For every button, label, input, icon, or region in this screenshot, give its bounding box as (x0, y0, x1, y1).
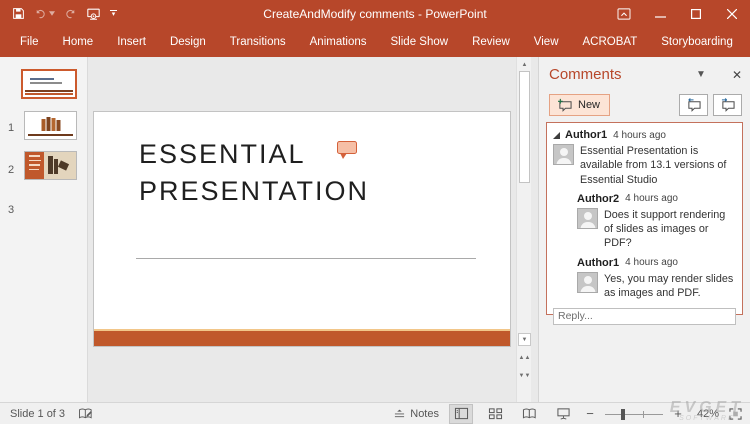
comment-timestamp: 4 hours ago (625, 193, 678, 204)
slide-accent-bar (94, 331, 510, 346)
slide-sorter-view-button[interactable] (483, 404, 507, 424)
tab-animations[interactable]: Animations (298, 27, 379, 57)
comment-item[interactable]: Author1 4 hours ago Essential Presentati… (553, 129, 736, 187)
zoom-slider-knob[interactable] (621, 409, 625, 420)
next-slide-button[interactable]: ▼▼ (518, 370, 531, 383)
thumbnail-1-preview (30, 78, 54, 80)
comment-text: Does it support rendering of slides as i… (604, 208, 736, 251)
previous-slide-button[interactable]: ▲▲ (518, 352, 531, 365)
comment-author: Author2 (577, 193, 619, 205)
comment-author: Author1 (577, 257, 619, 269)
spell-check-icon[interactable] (78, 407, 93, 420)
notes-label: Notes (410, 408, 439, 420)
pane-close-icon[interactable]: ✕ (732, 68, 742, 82)
slide-thumbnail-panel: 1 2 3 (0, 57, 88, 402)
tab-file[interactable]: File (8, 27, 51, 57)
reply-row (553, 306, 736, 325)
tab-acrobat[interactable]: ACROBAT (571, 27, 650, 57)
slide-canvas[interactable]: ESSENTIAL PRESENTATION (93, 111, 511, 347)
ribbon-display-options-icon[interactable] (606, 0, 642, 27)
vertical-scrollbar[interactable]: ▲ ▼ ▲▲ ▼▼ (516, 57, 531, 402)
scroll-down-icon[interactable]: ▼ (518, 333, 531, 346)
zoom-slider[interactable] (605, 408, 663, 420)
quick-access-toolbar: ▾ (12, 7, 117, 21)
tab-review[interactable]: Review (460, 27, 522, 57)
avatar (553, 144, 574, 165)
customize-quick-access-icon[interactable]: ▾ (110, 10, 117, 17)
tell-me-box[interactable]: Tell me (745, 30, 750, 54)
comment-reply-item[interactable]: Author1 4 hours ago Yes, you may render … (577, 257, 736, 301)
minimize-button[interactable] (642, 0, 678, 27)
collapse-thread-icon[interactable] (553, 132, 560, 139)
reading-view-button[interactable] (517, 404, 541, 424)
zoom-out-button[interactable]: − (585, 406, 595, 421)
new-comment-button[interactable]: New (549, 94, 610, 116)
previous-comment-button[interactable] (679, 94, 708, 116)
redo-icon[interactable] (64, 8, 77, 20)
slide-divider-line (136, 258, 476, 259)
comments-toolbar: New (549, 94, 742, 116)
status-bar: Slide 1 of 3 Notes (0, 402, 750, 424)
tab-view[interactable]: View (522, 27, 571, 57)
thumbnail-number: 1 (8, 122, 14, 134)
maximize-button[interactable] (678, 0, 714, 27)
comment-timestamp: 4 hours ago (613, 130, 666, 141)
tab-slide-show[interactable]: Slide Show (379, 27, 461, 57)
zoom-level[interactable]: 42% (693, 408, 719, 420)
comment-text: Essential Presentation is available from… (580, 144, 736, 187)
zoom-in-button[interactable]: + (673, 406, 683, 421)
notes-icon (393, 408, 406, 419)
fit-to-window-icon[interactable] (729, 408, 742, 420)
tab-transitions[interactable]: Transitions (218, 27, 298, 57)
slide-thumbnail-1[interactable] (21, 69, 77, 99)
comments-pane-header: Comments ▼ ✕ (549, 66, 742, 83)
comment-marker-icon[interactable] (337, 141, 357, 154)
titlebar: ▾ CreateAndModify comments - PowerPoint (0, 0, 750, 27)
notes-toggle-button[interactable]: Notes (393, 408, 439, 420)
comment-timestamp: 4 hours ago (625, 257, 678, 268)
tab-home[interactable]: Home (51, 27, 106, 57)
pane-options-chevron-icon[interactable]: ▼ (696, 69, 706, 80)
new-comment-label: New (578, 99, 600, 111)
comments-pane-title: Comments (549, 66, 622, 83)
thumbnail-3-preview (25, 152, 44, 179)
ribbon-tab-bar: File Home Insert Design Transitions Anim… (0, 27, 750, 57)
reply-input[interactable] (553, 308, 736, 325)
comment-author: Author1 (565, 129, 607, 141)
slide-title[interactable]: ESSENTIAL PRESENTATION (139, 136, 369, 210)
slide-thumbnail-3[interactable] (24, 151, 77, 180)
close-button[interactable] (714, 0, 750, 27)
window-controls (606, 0, 750, 27)
comment-reply-item[interactable]: Author2 4 hours ago Does it support rend… (577, 193, 736, 251)
avatar (577, 208, 598, 229)
scrollbar-thumb[interactable] (519, 71, 530, 183)
save-icon[interactable] (12, 7, 25, 20)
slide-indicator[interactable]: Slide 1 of 3 (10, 408, 65, 420)
next-comment-button[interactable] (713, 94, 742, 116)
thumbnail-number: 2 (8, 164, 14, 176)
tab-insert[interactable]: Insert (105, 27, 158, 57)
comment-thread-card[interactable]: Author1 4 hours ago Essential Presentati… (546, 122, 743, 315)
new-comment-icon (557, 98, 573, 112)
tab-storyboarding[interactable]: Storyboarding (649, 27, 745, 57)
avatar (577, 272, 598, 293)
normal-view-button[interactable] (449, 404, 473, 424)
powerpoint-window: ▾ CreateAndModify comments - PowerPoint … (0, 0, 750, 424)
scroll-up-icon[interactable]: ▲ (518, 58, 531, 71)
comments-pane: Comments ▼ ✕ New (538, 57, 750, 402)
slide-show-button[interactable] (551, 404, 575, 424)
slide-thumbnail-2[interactable] (24, 111, 77, 140)
start-from-beginning-icon[interactable] (86, 7, 101, 21)
undo-icon[interactable] (34, 8, 55, 20)
comment-text: Yes, you may render slides as images and… (604, 272, 736, 301)
content-area: 1 2 3 (0, 57, 750, 402)
thumbnail-number: 3 (8, 204, 14, 216)
tab-design[interactable]: Design (158, 27, 218, 57)
thumbnail-2-preview (41, 117, 60, 131)
